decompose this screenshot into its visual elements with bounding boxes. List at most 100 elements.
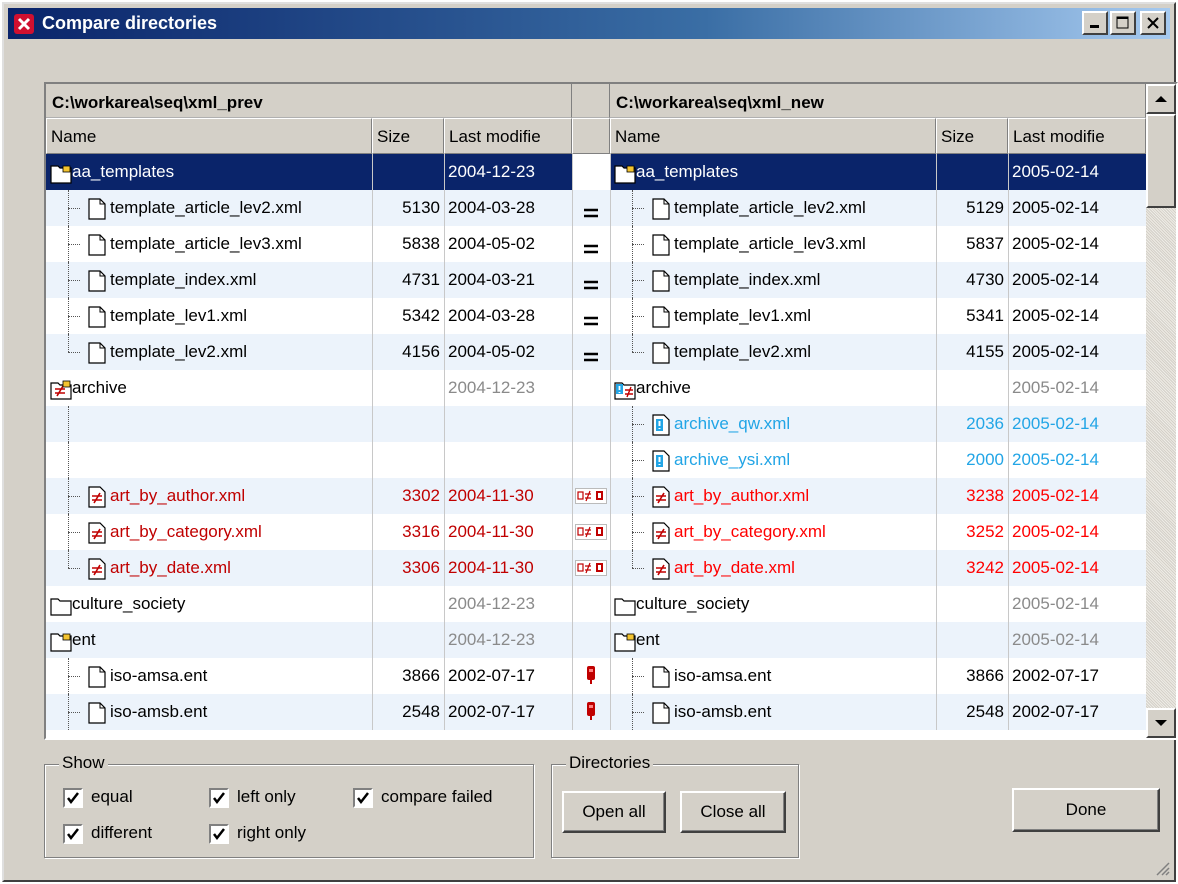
checkbox-box[interactable] [209, 823, 229, 844]
table-row[interactable]: template_lev1.xml 5342 2004-03-28 template_… [46, 298, 1146, 334]
done-button[interactable]: Done [1012, 788, 1160, 832]
vertical-scrollbar[interactable] [1146, 84, 1176, 738]
right-name-cell[interactable]: art_by_date.xml [610, 550, 936, 586]
left-name-cell[interactable]: template_article_lev3.xml [46, 226, 372, 262]
left-name-cell[interactable]: template_index.xml [46, 262, 372, 298]
right-date-cell: 2005-02-14 [1012, 342, 1099, 361]
right-date-cell: 2005-02-14 [1012, 630, 1099, 649]
left-name-cell[interactable]: art_by_category.xml [46, 514, 372, 550]
arrow-up-icon [1155, 96, 1167, 102]
right-name-cell[interactable]: template_lev1.xml [610, 298, 936, 334]
title-bar[interactable]: Compare directories [8, 8, 1170, 39]
column-separator [572, 298, 573, 334]
left-name-cell[interactable]: template_article_lev2.xml [46, 190, 372, 226]
right-name-cell[interactable]: archive_ysi.xml [610, 442, 936, 478]
column-separator [444, 298, 445, 334]
table-row[interactable]: art_by_category.xml 3316 2004-11-30 art_by_… [46, 514, 1146, 550]
right-name-cell[interactable]: culture_society [610, 586, 936, 622]
table-row[interactable]: ent 2004-12-23 ent 2005-02-14 [46, 622, 1146, 658]
left-name-cell[interactable]: ent [46, 622, 372, 658]
resize-grip-icon[interactable] [1154, 860, 1170, 876]
comparison-list[interactable]: C:\workarea\seq\xml_prev C:\workarea\seq… [44, 82, 1178, 740]
table-row[interactable]: aa_templates 2004-12-23 aa_templates 2005-0… [46, 154, 1146, 190]
left-name-cell[interactable]: culture_society [46, 586, 372, 622]
right-name-cell[interactable]: art_by_author.xml [610, 478, 936, 514]
left-size-cell: 3866 [402, 666, 440, 685]
table-row[interactable]: template_lev2.xml 4156 2004-05-02 template_… [46, 334, 1146, 370]
left-name-cell[interactable]: template_lev1.xml [46, 298, 372, 334]
maximize-button[interactable] [1110, 11, 1136, 35]
checkmark-icon [67, 791, 79, 804]
scroll-down-button[interactable] [1146, 708, 1176, 738]
compare-failed-checkbox[interactable]: compare failed [353, 787, 493, 808]
left-size-column-header[interactable]: Size [372, 118, 444, 154]
checkbox-box[interactable] [63, 823, 83, 844]
table-row[interactable]: art_by_author.xml 3302 2004-11-30 art_by_au… [46, 478, 1146, 514]
table-row[interactable]: art_by_date.xml 3306 2004-11-30 art_by_date… [46, 550, 1146, 586]
compare-status-cell [572, 622, 610, 658]
close-button[interactable] [1140, 11, 1166, 35]
right-name-cell[interactable]: iso-amsa.ent [610, 658, 936, 694]
left-name-cell[interactable] [46, 442, 372, 478]
table-row[interactable]: archive_ysi.xml 2000 2005-02-14 [46, 442, 1146, 478]
show-group: Show equal left only compare failed diff… [44, 753, 534, 858]
right-name-cell[interactable]: archive [610, 370, 936, 406]
equal-icon [583, 203, 599, 223]
left-name-cell[interactable]: aa_templates [46, 154, 372, 190]
file-icon [652, 413, 670, 442]
left-name-cell[interactable]: archive [46, 370, 372, 406]
right-name-cell[interactable]: ent [610, 622, 936, 658]
right-date-column-header[interactable]: Last modifie [1008, 118, 1146, 154]
left-name-cell[interactable]: iso-amsb.ent [46, 694, 372, 730]
right-only-checkbox[interactable]: right only [209, 823, 306, 844]
table-row[interactable]: archive_qw.xml 2036 2005-02-14 [46, 406, 1146, 442]
right-name-cell[interactable]: art_by_category.xml [610, 514, 936, 550]
right-name-cell[interactable]: template_article_lev2.xml [610, 190, 936, 226]
left-only-checkbox[interactable]: left only [209, 787, 296, 808]
right-name-cell[interactable]: aa_templates [610, 154, 936, 190]
right-name-cell[interactable]: archive_qw.xml [610, 406, 936, 442]
left-name-text: culture_society [72, 594, 186, 613]
table-row[interactable]: template_article_lev3.xml 5838 2004-05-02 t… [46, 226, 1146, 262]
scroll-thumb[interactable] [1146, 114, 1176, 208]
right-name-cell[interactable]: template_lev2.xml [610, 334, 936, 370]
scroll-up-button[interactable] [1146, 84, 1176, 114]
table-row[interactable]: template_index.xml 4731 2004-03-21 template… [46, 262, 1146, 298]
open-all-button[interactable]: Open all [562, 791, 666, 833]
column-separator [444, 586, 445, 622]
left-name-column-header[interactable]: Name [46, 118, 372, 154]
right-name-cell[interactable]: template_article_lev3.xml [610, 226, 936, 262]
left-name-cell[interactable]: art_by_date.xml [46, 550, 372, 586]
right-name-cell[interactable]: template_index.xml [610, 262, 936, 298]
right-name-column-header[interactable]: Name [610, 118, 936, 154]
table-row[interactable]: template_article_lev2.xml 5130 2004-03-28 t… [46, 190, 1146, 226]
checkbox-box[interactable] [63, 787, 83, 808]
table-row[interactable]: iso-amsa.ent 3866 2002-07-17 iso-amsa.ent 38… [46, 658, 1146, 694]
left-date-column-header[interactable]: Last modifie [444, 118, 572, 154]
minimize-button[interactable] [1082, 11, 1108, 35]
right-name-cell[interactable]: iso-amsb.ent [610, 694, 936, 730]
checkbox-box[interactable] [353, 787, 373, 808]
column-separator [936, 478, 937, 514]
close-all-button[interactable]: Close all [680, 791, 786, 833]
table-row[interactable]: iso-amsb.ent 2548 2002-07-17 iso-amsb.ent 25… [46, 694, 1146, 730]
left-name-text: template_index.xml [110, 270, 257, 289]
equal-checkbox[interactable]: equal [63, 787, 133, 808]
folder-icon [50, 161, 72, 190]
column-separator [1008, 478, 1009, 514]
file-icon [652, 305, 670, 334]
left-name-cell[interactable]: art_by_author.xml [46, 478, 372, 514]
right-size-cell: 2000 [966, 450, 1004, 469]
tree-branch [68, 496, 80, 497]
left-name-cell[interactable] [46, 406, 372, 442]
right-size-column-header[interactable]: Size [936, 118, 1008, 154]
right-name-text: iso-amsb.ent [674, 702, 772, 721]
table-row[interactable]: archive 2004-12-23 archive 2005-02-14 [46, 370, 1146, 406]
table-row[interactable]: culture_society 2004-12-23 culture_society… [46, 586, 1146, 622]
column-separator [444, 442, 445, 478]
compare-status-cell [572, 586, 610, 622]
left-name-cell[interactable]: template_lev2.xml [46, 334, 372, 370]
checkbox-box[interactable] [209, 787, 229, 808]
different-checkbox[interactable]: different [63, 823, 152, 844]
left-name-cell[interactable]: iso-amsa.ent [46, 658, 372, 694]
